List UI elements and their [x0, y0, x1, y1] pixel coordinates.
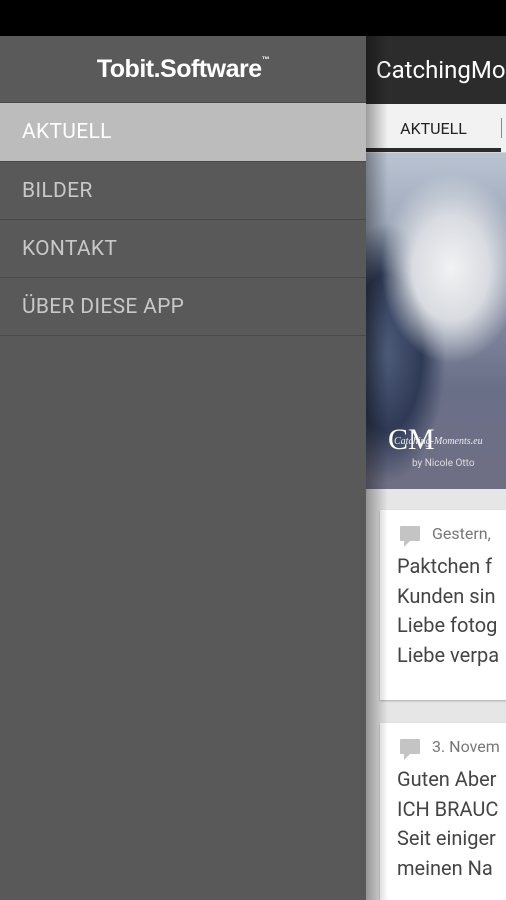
main-content: CatchingMo AKTUELL CM Catching-Moments.e…: [366, 36, 506, 900]
drawer-menu: AKTUELL BILDER KONTAKT ÜBER DIESE APP: [0, 103, 366, 336]
post-line: Liebe fotog: [397, 613, 498, 637]
post-line: Guten Aber: [397, 767, 497, 791]
status-bar: [0, 0, 506, 36]
post-line: Paktchen f: [397, 554, 493, 578]
post-line: Seit einiger: [397, 826, 496, 850]
post-card[interactable]: 3. Novem Guten Aber ICH BRAUC Seit einig…: [380, 723, 506, 900]
drawer-item-label: BILDER: [22, 178, 93, 203]
tab-aktuell[interactable]: AKTUELL: [366, 104, 501, 152]
app-bar: CatchingMo: [366, 36, 506, 104]
post-date: Gestern,: [432, 523, 491, 543]
tab-bar: AKTUELL: [366, 104, 506, 153]
tobit-software-logo: Tobit.Software™: [96, 54, 270, 84]
drawer-item-label: AKTUELL: [22, 120, 112, 144]
drawer-item-label: ÜBER DIESE APP: [22, 294, 185, 319]
drawer-header: Tobit.Software™: [0, 36, 366, 103]
drawer-item-label: KONTAKT: [22, 236, 118, 261]
post-line: Kunden sin: [397, 583, 496, 608]
post-text: Paktchen f Kunden sin Liebe fotog Liebe …: [380, 548, 506, 670]
hero-byline: by Nicole Otto: [412, 458, 475, 469]
navigation-drawer: Tobit.Software™ AKTUELL BILDER KONTAKT Ü…: [0, 36, 366, 900]
logo-text: Tobit.Software: [96, 54, 262, 83]
comment-icon: [400, 738, 420, 760]
post-line: meinen Na: [397, 855, 493, 880]
drawer-item-bilder[interactable]: BILDER: [0, 162, 366, 220]
tab-divider: [501, 118, 502, 138]
drawer-item-ueber-diese-app[interactable]: ÜBER DIESE APP: [0, 278, 366, 336]
post-meta: 3. Novem: [380, 723, 506, 761]
post-line: ICH BRAUC: [397, 796, 499, 821]
logo-trademark: ™: [261, 54, 270, 64]
post-date: 3. Novem: [432, 736, 500, 756]
post-line: Liebe verpa: [397, 642, 500, 667]
post-meta: Gestern,: [380, 510, 506, 548]
app-title: CatchingMo: [376, 56, 506, 84]
drawer-item-aktuell[interactable]: AKTUELL: [0, 103, 366, 162]
drawer-item-kontakt[interactable]: KONTAKT: [0, 220, 366, 278]
post-text: Guten Aber ICH BRAUC Seit einiger meinen…: [380, 761, 506, 883]
hero-script-text: Catching-Moments.eu: [394, 436, 483, 447]
post-card[interactable]: Gestern, Paktchen f Kunden sin Liebe fot…: [380, 510, 506, 700]
comment-icon: [400, 525, 420, 547]
hero-image[interactable]: CM Catching-Moments.eu by Nicole Otto: [366, 153, 506, 489]
tab-label: AKTUELL: [400, 118, 467, 138]
